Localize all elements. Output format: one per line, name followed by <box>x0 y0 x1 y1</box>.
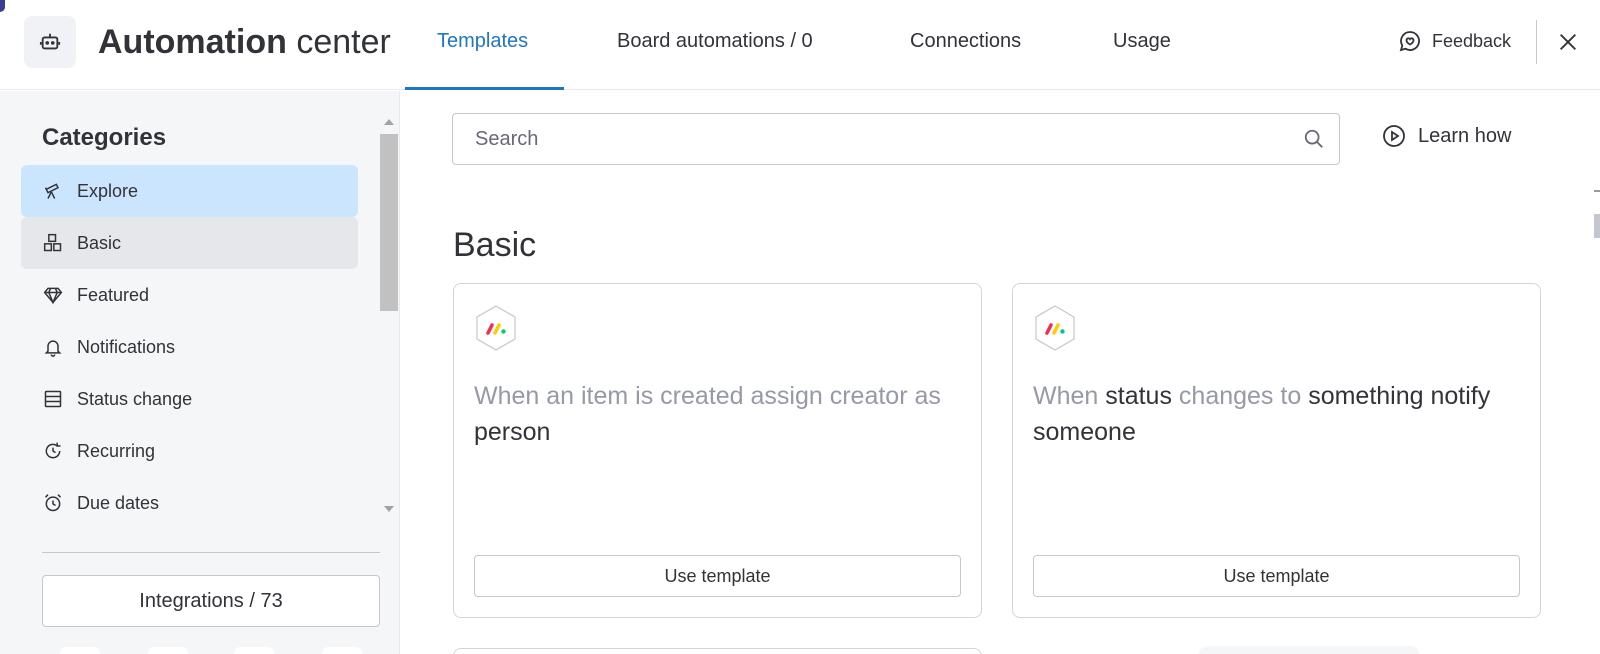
background-edge <box>1594 190 1600 192</box>
sidebar-item-label: Explore <box>77 180 139 201</box>
integration-logo-tile[interactable] <box>148 647 188 654</box>
bell-icon <box>43 337 63 357</box>
tab-usage[interactable]: Usage <box>1113 26 1171 56</box>
active-tab-indicator <box>405 87 564 90</box>
sidebar-item-notifications[interactable]: Notifications <box>21 321 358 373</box>
search-input[interactable] <box>453 114 1283 164</box>
sidebar-item-basic[interactable]: Basic <box>21 217 358 269</box>
integration-logo-tile[interactable] <box>234 647 274 654</box>
close-icon <box>1560 34 1576 50</box>
categories-title: Categories <box>42 124 167 151</box>
header: Automation center Templates Board automa… <box>0 0 1600 90</box>
monday-logo-icon <box>1033 304 1077 352</box>
integration-logo-tile[interactable] <box>60 647 100 654</box>
sidebar-item-label: Due dates <box>77 492 160 513</box>
learn-how-label: Learn how <box>1418 124 1512 147</box>
recipe-field: status <box>1105 382 1172 410</box>
diamond-icon <box>43 285 63 305</box>
integration-logo-tile[interactable] <box>322 647 362 654</box>
close-button[interactable] <box>1552 26 1584 58</box>
categories-sidebar: Categories Explore Basic Featured Notifi… <box>0 91 400 654</box>
automation-center-modal: Automation center Templates Board automa… <box>0 0 1600 654</box>
feedback-label: Feedback <box>1432 31 1512 51</box>
background-edge <box>1594 214 1600 238</box>
recipe-sentence: When status changes to something notify … <box>1033 378 1513 450</box>
tab-templates[interactable]: Templates <box>437 26 528 56</box>
use-template-button[interactable]: Use template <box>474 555 961 597</box>
page-title-bold: Automation <box>98 23 287 61</box>
sidebar-item-recurring[interactable]: Recurring <box>21 425 358 477</box>
status-list-icon <box>43 389 63 409</box>
search-field <box>452 113 1340 165</box>
integrations-button[interactable]: Integrations / 73 <box>42 575 380 627</box>
sidebar-scrollbar-thumb[interactable] <box>380 134 398 311</box>
recurring-clock-icon <box>43 441 63 461</box>
sidebar-item-label: Recurring <box>77 440 156 461</box>
sidebar-item-explore[interactable]: Explore <box>21 165 358 217</box>
tab-connections[interactable]: Connections <box>910 26 1021 56</box>
section-title: Basic <box>453 226 537 264</box>
header-divider <box>1536 20 1537 64</box>
tab-board-automations[interactable]: Board automations / 0 <box>617 26 813 56</box>
sidebar-item-label: Notifications <box>77 336 176 357</box>
template-card-peek[interactable] <box>453 648 982 654</box>
feedback-icon <box>1398 29 1422 53</box>
recipe-text: When an item is created assign creator a… <box>474 382 941 410</box>
recipe-text: changes to <box>1171 382 1309 410</box>
template-card-peek[interactable] <box>1198 646 1420 654</box>
sidebar-divider <box>42 552 380 553</box>
sidebar-item-status-change[interactable]: Status change <box>21 373 358 425</box>
blocks-icon <box>43 233 63 253</box>
sidebar-item-due-dates[interactable]: Due dates <box>21 477 358 529</box>
recipe-text: When <box>1033 382 1106 410</box>
sidebar-item-label: Featured <box>77 284 150 305</box>
robot-icon <box>24 16 76 68</box>
template-card[interactable]: When an item is created assign creator a… <box>453 283 982 618</box>
scroll-down-arrow-icon[interactable] <box>384 506 394 512</box>
search-icon[interactable] <box>1303 128 1327 152</box>
alarm-clock-icon <box>43 493 63 513</box>
template-card[interactable]: When status changes to something notify … <box>1012 283 1541 618</box>
feedback-button[interactable]: Feedback <box>1398 26 1511 56</box>
monday-logo-icon <box>474 304 518 352</box>
recipe-sentence: When an item is created assign creator a… <box>474 378 954 450</box>
scroll-up-arrow-icon[interactable] <box>384 119 394 125</box>
sidebar-item-featured[interactable]: Featured <box>21 269 358 321</box>
play-circle-icon <box>1382 124 1406 148</box>
telescope-icon <box>43 181 63 201</box>
sidebar-item-label: Status change <box>77 388 193 409</box>
use-template-button[interactable]: Use template <box>1033 555 1520 597</box>
page-title: Automation center <box>98 20 391 64</box>
page-title-light: center <box>296 23 391 61</box>
sidebar-item-label: Basic <box>77 232 122 253</box>
recipe-field: person <box>474 418 551 446</box>
learn-how-button[interactable]: Learn how <box>1382 124 1511 148</box>
background-edge <box>0 0 5 12</box>
